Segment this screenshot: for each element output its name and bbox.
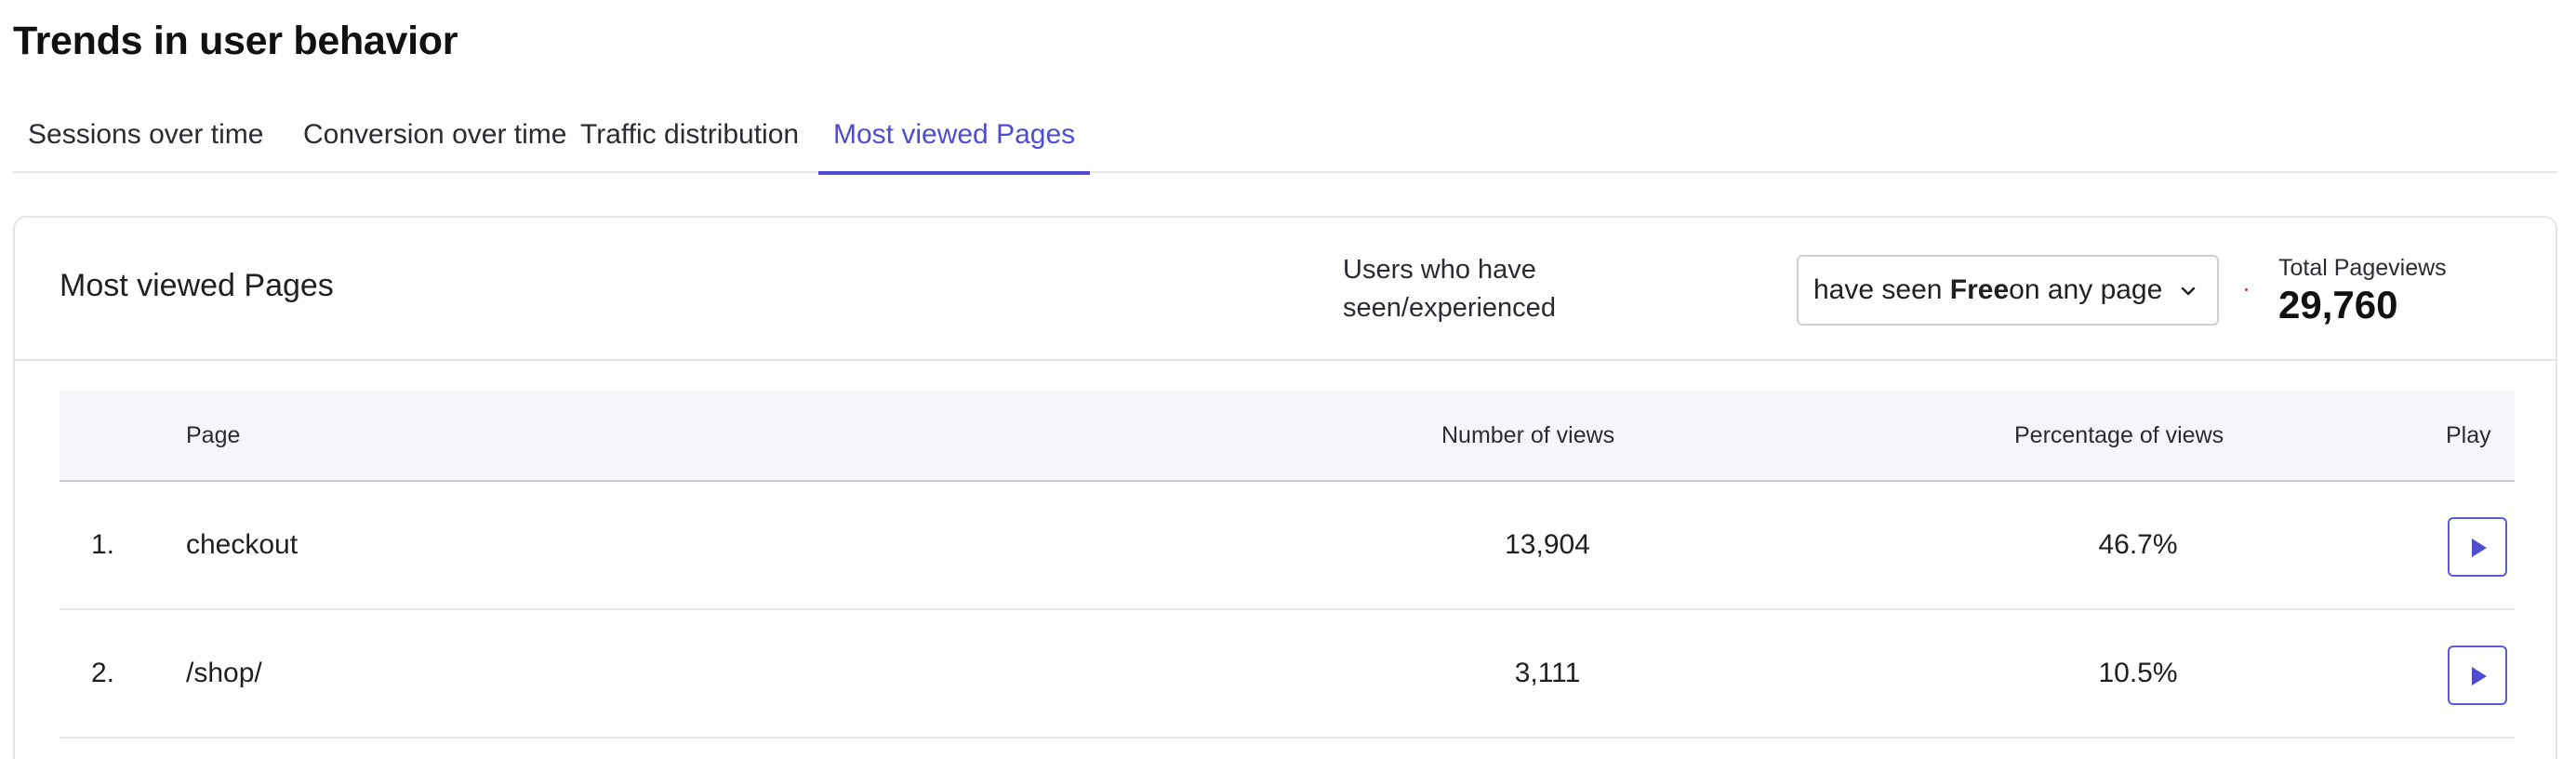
page-title: Trends in user behavior — [13, 19, 458, 63]
column-header-views: Number of views — [1441, 422, 1615, 448]
page: Trends in user behavior Sessions over ti… — [0, 0, 2576, 759]
play-button[interactable] — [2448, 646, 2507, 705]
tab-bar: Sessions over time Conversion over time … — [13, 97, 2557, 175]
row-views: 13,904 — [1505, 529, 1590, 560]
filter-select-suffix: on any page — [2009, 274, 2163, 305]
play-icon — [2472, 667, 2487, 686]
row-percentage: 10.5% — [2098, 658, 2178, 688]
tab-sessions-over-time[interactable]: Sessions over time — [13, 97, 278, 173]
total-pageviews-value: 29,760 — [2278, 283, 2398, 326]
row-rank: 2. — [91, 658, 115, 688]
chevron-down-icon — [2181, 286, 2196, 296]
user-filter-select[interactable]: have seen Freeon any page — [1797, 255, 2219, 326]
row-percentage: 46.7% — [2098, 529, 2178, 560]
tab-traffic-distribution[interactable]: Traffic distribution — [565, 97, 814, 173]
column-header-page: Page — [186, 422, 241, 448]
tab-conversion-over-time[interactable]: Conversion over time — [288, 97, 581, 173]
tab-most-viewed-pages[interactable]: Most viewed Pages — [818, 97, 1091, 175]
row-views: 3,111 — [1514, 658, 1581, 688]
most-viewed-pages-card: Most viewed Pages Users who have seen/ex… — [13, 216, 2557, 759]
row-page: checkout — [186, 529, 299, 560]
filter-label: Users who have seen/experienced — [1343, 255, 1556, 323]
row-rank: 1. — [91, 529, 115, 560]
card-title: Most viewed Pages — [60, 268, 334, 303]
play-button[interactable] — [2448, 517, 2507, 577]
filter-select-prefix: have seen — [1813, 274, 1950, 305]
table-row: 1. checkout 13,904 46.7% — [60, 482, 2515, 610]
filter-select-bold: Free — [1949, 274, 2010, 305]
column-header-percentage: Percentage of views — [2014, 422, 2224, 448]
table-header: Page Number of views Percentage of views… — [60, 391, 2515, 482]
total-pageviews-label: Total Pageviews — [2278, 255, 2447, 281]
pages-table: Page Number of views Percentage of views… — [60, 391, 2515, 739]
table-row: 2. /shop/ 3,111 10.5% — [60, 610, 2515, 739]
card-header: Most viewed Pages Users who have seen/ex… — [15, 218, 2556, 361]
row-page: /shop/ — [186, 658, 262, 688]
column-header-play: Play — [2446, 422, 2491, 448]
indicator-dot — [2245, 288, 2248, 291]
play-icon — [2472, 539, 2487, 557]
